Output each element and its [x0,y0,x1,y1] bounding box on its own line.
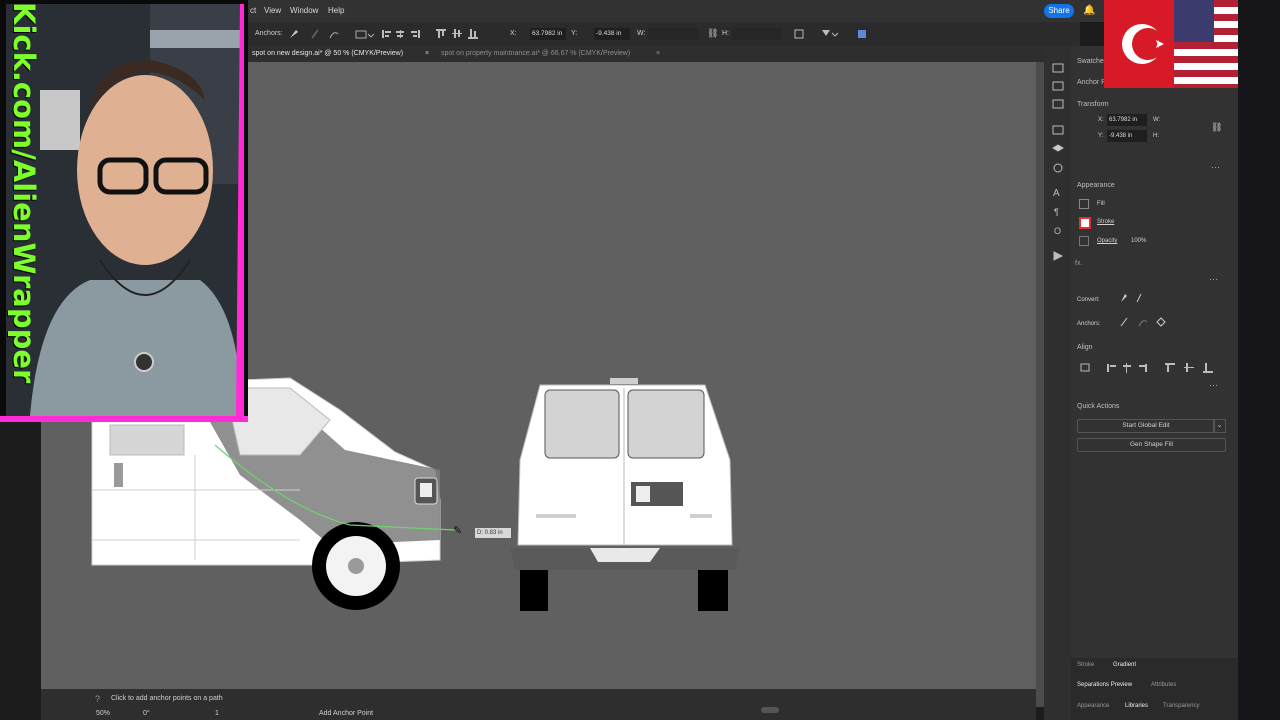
libraries-tab[interactable]: Libraries [1125,703,1148,709]
zoom-select[interactable]: 50% [96,710,110,717]
measurement-tooltip: D: 0.83 in [475,528,511,538]
stroke-label[interactable]: Stroke [1097,219,1114,225]
align-panel-icon [1052,81,1064,91]
separations-preview-tab[interactable]: Separations Preview [1077,682,1132,688]
document-tab-bar: spot on new design.ai* @ 50 % (CMYK/Prev… [248,46,1070,62]
rotation-select[interactable]: 0° [143,710,150,717]
artboard-number[interactable]: 1 [215,710,219,717]
artboards-icon [1052,125,1064,135]
chevron-down-icon[interactable]: ⌄ [1213,419,1226,433]
menu-view[interactable]: View [264,6,281,15]
tab-close-icon[interactable]: × [656,50,660,57]
y-field[interactable]: -9.438 in [594,28,630,40]
docked-panels: Stroke Gradient Separations Preview Attr… [1071,658,1238,720]
tab-close-icon[interactable]: × [425,50,429,57]
anchor-convert-icons[interactable] [288,28,388,40]
y-label: Y: [571,30,578,37]
transform-x-label: X: [1098,117,1104,123]
more-options-icon[interactable]: ⋯ [1209,274,1218,285]
webcam-overlay: Kick.com/AlienWrapper [0,0,248,422]
more-options-icon[interactable]: ⋯ [1211,162,1220,173]
panel-icon-strip: A ¶ O [1044,46,1072,720]
links-icon [1053,163,1063,173]
w-label: W: [637,30,646,37]
stroke-panel-tab[interactable]: Stroke [1077,662,1094,668]
attributes-tab[interactable]: Attributes [1151,682,1176,688]
layers-small-icon [1052,99,1064,109]
appearance-title: Appearance [1077,182,1115,189]
align-icons[interactable] [380,28,500,40]
channel-url-text: Kick.com/AlienWrapper [7,2,41,384]
align-title: Align [1077,344,1093,351]
constrain-link-icon[interactable]: ⛓ [1211,122,1222,133]
vertical-scrollbar[interactable] [1036,62,1044,707]
character-icon: A [1053,188,1060,199]
menu-help[interactable]: Help [328,6,344,15]
flag-overlay [1104,0,1238,88]
fill-swatch[interactable] [1079,199,1089,209]
h-field[interactable] [732,28,782,40]
anchors-label: Anchors: [1077,321,1101,327]
convert-label: Convert: [1077,297,1100,303]
transform-icons[interactable] [794,28,874,40]
gen-shape-fill-button[interactable]: Gen Shape Fill [1077,438,1226,452]
status-bar: ? Click to add anchor points on a path 5… [41,689,1036,720]
right-margin [1238,0,1280,720]
align-buttons[interactable] [1079,362,1219,374]
swatches-icon [1052,63,1064,73]
transform-y-field[interactable]: -9.438 in [1107,130,1147,142]
transform-y-label: Y: [1098,133,1104,139]
tab-spot-on-property[interactable]: spot on property maintnance.ai* @ 66.67 … [441,50,630,57]
transform-title: Transform [1077,101,1109,108]
x-label: X: [510,30,517,37]
quick-actions-title: Quick Actions [1077,403,1120,410]
transform-h-label: H: [1153,133,1159,139]
menu-object[interactable]: ct [250,6,256,15]
appearance-panel-tab[interactable]: Appearance [1077,703,1109,709]
more-options-icon[interactable]: ⋯ [1209,380,1218,391]
actions-play-icon [1053,251,1064,261]
opacity-label[interactable]: Opacity [1097,238,1117,244]
anchor-tool-icons[interactable] [1117,292,1167,332]
control-bar: Anchors: X: 63.7982 in Y: -9.438 in W: ⛓… [248,22,1080,46]
bell-icon[interactable]: 🔔 [1083,5,1095,16]
start-global-edit-button[interactable]: Start Global Edit [1077,419,1215,433]
link-icon[interactable]: ⛓ [707,28,718,39]
anchors-label: Anchors: [255,30,283,37]
fx-label[interactable]: fx. [1075,260,1082,267]
help-icon[interactable]: ? [95,694,100,704]
fill-label[interactable]: Fill [1097,201,1105,207]
status-hint: Click to add anchor points on a path [111,695,223,702]
current-tool-name[interactable]: Add Anchor Point [319,710,373,717]
x-field[interactable]: 63.7982 in [530,28,566,40]
layers-icon [1052,144,1064,152]
opentype-icon: O [1054,226,1061,236]
menu-window[interactable]: Window [290,6,318,15]
stroke-swatch[interactable] [1079,217,1091,229]
paragraph-icon: ¶ [1054,207,1059,217]
transform-w-label: W: [1153,117,1161,123]
transparency-tab[interactable]: Transparency [1163,703,1199,709]
h-label: H: [722,30,729,37]
swatches-tab[interactable]: Swatches [1077,58,1107,65]
w-field[interactable] [648,28,698,40]
properties-panel: Swatches Anchor P Transform X: 63.7982 i… [1071,46,1238,720]
anchor-point-tab[interactable]: Anchor P [1077,79,1106,86]
transform-x-field[interactable]: 63.7982 in [1107,114,1147,126]
gradient-panel-tab[interactable]: Gradient [1113,662,1136,668]
pen-cursor-icon: ✎ [453,525,463,537]
tab-spot-on-new-design[interactable]: spot on new design.ai* @ 50 % (CMYK/Prev… [252,50,403,57]
share-button[interactable]: Share [1044,4,1074,18]
opacity-value[interactable]: 100% [1131,238,1146,244]
horizontal-scroll-thumb[interactable] [761,707,779,713]
opacity-swatch [1079,236,1089,246]
